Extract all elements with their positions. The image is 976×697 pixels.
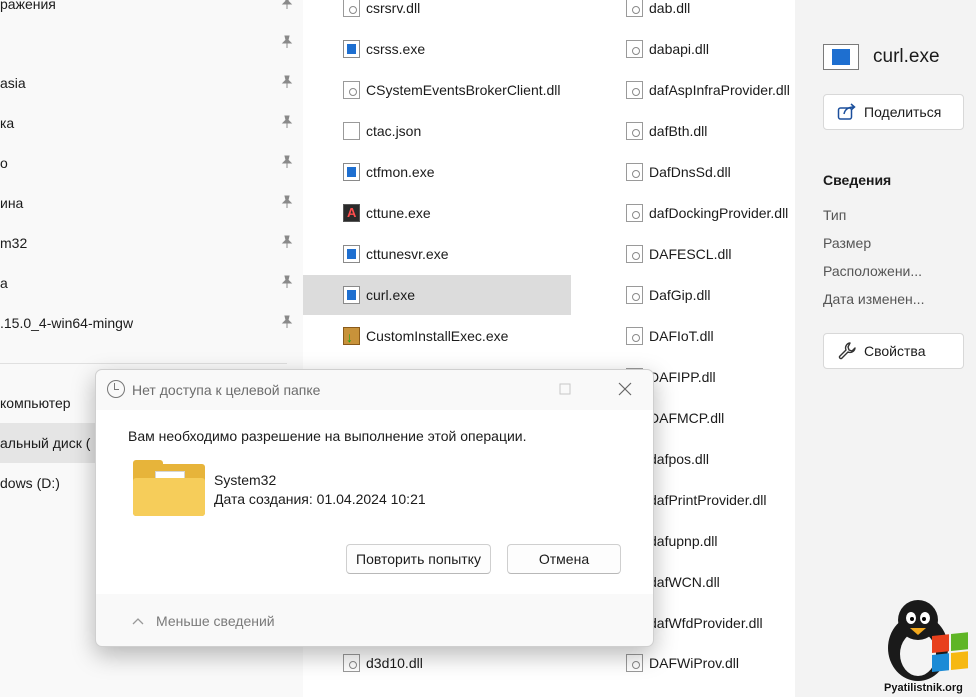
maximize-icon xyxy=(559,383,571,395)
file-item[interactable]: d3d10.dll xyxy=(343,643,423,683)
watermark-logo: Pyatilistnik.org xyxy=(880,596,972,697)
nav-item[interactable]: ка xyxy=(0,103,300,143)
exe-icon xyxy=(343,245,360,263)
file-item[interactable]: DAFESCL.dll xyxy=(626,234,731,274)
properties-button[interactable]: Свойства xyxy=(823,333,964,369)
dialog-body: Вам необходимо разрешение на выполнение … xyxy=(96,410,653,594)
dll-icon xyxy=(343,0,360,17)
details-section-title: Сведения xyxy=(823,172,892,188)
file-item[interactable]: cttunesvr.exe xyxy=(343,234,449,274)
file-item[interactable]: csrsrv.dll xyxy=(343,0,420,28)
nav-item[interactable]: ина xyxy=(0,183,300,223)
details-pane: curl.exe Поделиться Сведения Тип Размер … xyxy=(795,0,976,697)
close-icon xyxy=(618,382,632,396)
file-item[interactable]: dafAspInfraProvider.dll xyxy=(626,70,790,110)
pin-icon xyxy=(281,235,293,248)
dll-icon xyxy=(626,0,643,17)
pin-icon xyxy=(281,75,293,88)
file-item-selected[interactable]: curl.exe xyxy=(303,275,571,315)
penguin-logo-icon xyxy=(888,600,968,681)
pin-icon xyxy=(281,35,293,48)
access-denied-dialog: Нет доступа к целевой папке Вам необходи… xyxy=(95,369,654,647)
dll-icon xyxy=(626,40,643,58)
detail-property-location: Расположени... xyxy=(823,263,923,279)
dialog-title: Нет доступа к целевой папке xyxy=(132,382,321,398)
dll-icon xyxy=(626,122,643,140)
file-item[interactable]: CustomInstallExec.exe xyxy=(343,316,508,356)
wrench-icon xyxy=(836,340,858,362)
share-icon xyxy=(836,101,858,123)
file-item[interactable]: ctfmon.exe xyxy=(343,152,434,192)
dll-icon xyxy=(626,81,643,99)
dll-icon xyxy=(626,204,643,222)
fewer-details-toggle[interactable]: Меньше сведений xyxy=(132,613,275,629)
detail-property-type: Тип xyxy=(823,207,847,223)
retry-button[interactable]: Повторить попытку xyxy=(346,544,491,574)
dll-icon xyxy=(343,81,360,99)
dll-icon xyxy=(626,163,643,181)
details-filename: curl.exe xyxy=(873,46,940,67)
file-item[interactable]: csrss.exe xyxy=(343,29,425,69)
folder-icon xyxy=(133,460,205,516)
pin-icon xyxy=(281,0,293,9)
nav-item[interactable]: а xyxy=(0,263,300,303)
exe-icon xyxy=(823,44,859,70)
file-item[interactable]: DAFIoT.dll xyxy=(626,316,714,356)
file-item[interactable]: dab.dll xyxy=(626,0,690,28)
installer-icon xyxy=(343,327,360,345)
nav-divider xyxy=(0,363,287,364)
file-item[interactable]: DafGip.dll xyxy=(626,275,710,315)
file-item[interactable]: dafBth.dll xyxy=(626,111,707,151)
folder-name: System32 xyxy=(214,472,277,488)
detail-property-size: Размер xyxy=(823,235,872,251)
cancel-button[interactable]: Отмена xyxy=(507,544,621,574)
nav-item[interactable]: m32 xyxy=(0,223,300,263)
file-item[interactable]: cttune.exe xyxy=(343,193,431,233)
watermark-text: Pyatilistnik.org xyxy=(884,682,963,694)
nav-item[interactable]: ражения xyxy=(0,0,300,24)
file-item[interactable]: ctac.json xyxy=(343,111,421,151)
exe-icon xyxy=(343,163,360,181)
share-button[interactable]: Поделиться xyxy=(823,94,964,130)
dll-icon xyxy=(343,654,360,672)
nav-item[interactable]: .15.0_4-win64-mingw xyxy=(0,303,300,343)
nav-item[interactable] xyxy=(0,23,300,63)
pin-icon xyxy=(281,315,293,328)
file-item[interactable]: CSystemEventsBrokerClient.dll xyxy=(343,70,561,110)
detail-property-modified: Дата изменен... xyxy=(823,291,925,307)
file-item[interactable]: DAFWiProv.dll xyxy=(626,643,739,683)
cttune-icon xyxy=(343,204,360,222)
file-item[interactable]: DafDnsSd.dll xyxy=(626,152,731,192)
clock-icon xyxy=(107,380,125,398)
nav-item[interactable]: asia xyxy=(0,63,300,103)
pin-icon xyxy=(281,155,293,168)
json-icon xyxy=(343,122,360,140)
dll-icon xyxy=(626,654,643,672)
pin-icon xyxy=(281,275,293,288)
close-button[interactable] xyxy=(614,378,636,400)
maximize-button xyxy=(554,378,576,400)
dll-icon xyxy=(626,245,643,263)
folder-date: Дата создания: 01.04.2024 10:21 xyxy=(214,491,426,507)
chevron-up-icon xyxy=(132,614,144,628)
file-item[interactable]: dafDockingProvider.dll xyxy=(626,193,788,233)
dll-icon xyxy=(626,286,643,304)
nav-item[interactable]: о xyxy=(0,143,300,183)
dialog-message: Вам необходимо разрешение на выполнение … xyxy=(128,428,527,444)
pin-icon xyxy=(281,195,293,208)
exe-icon xyxy=(343,40,360,58)
dll-icon xyxy=(626,327,643,345)
file-item[interactable]: dabapi.dll xyxy=(626,29,709,69)
pin-icon xyxy=(281,115,293,128)
exe-icon xyxy=(343,286,360,304)
